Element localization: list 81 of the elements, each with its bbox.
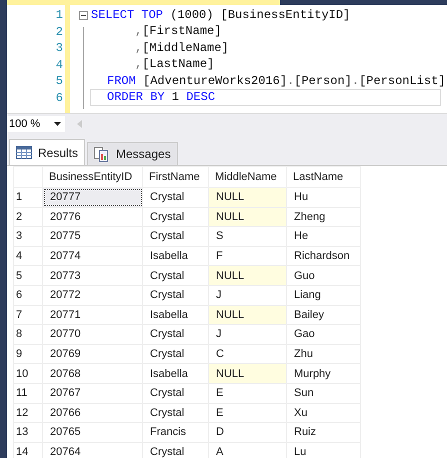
table-cell: 20777: [42, 188, 142, 208]
table-cell: Bailey: [286, 305, 360, 325]
table-cell: Francis: [142, 422, 208, 442]
table-cell: J: [208, 285, 286, 306]
documents-icon: [94, 146, 110, 162]
row-number: 7: [14, 305, 42, 325]
table-cell: NULL: [208, 188, 286, 208]
table-cell: 20765: [42, 422, 142, 442]
row-number: 4: [14, 246, 42, 266]
table-cell: Xu: [286, 403, 360, 423]
table-cell: J: [208, 324, 286, 344]
table-cell: Crystal: [142, 285, 208, 306]
table-cell: NULL: [208, 266, 286, 286]
table-cell: NULL: [208, 305, 286, 325]
table-cell: 20768: [42, 364, 142, 384]
column-header[interactable]: LastName: [286, 166, 360, 188]
column-header[interactable]: FirstName: [142, 166, 208, 188]
table-cell: Isabella: [142, 305, 208, 325]
grid-icon: [16, 146, 32, 159]
caret-icon: [54, 122, 61, 126]
row-number: 13: [14, 422, 42, 442]
line-number: 4: [54, 58, 64, 72]
table-cell: 20771: [42, 305, 142, 325]
collapse-icon[interactable]: [79, 10, 88, 20]
column-header[interactable]: BusinessEntityID: [42, 166, 142, 188]
row-number: 6: [14, 285, 42, 306]
table-cell: Crystal: [142, 403, 208, 423]
row-number: 2: [14, 207, 42, 227]
table-cell: 20776: [42, 207, 142, 227]
table-cell: Gao: [286, 324, 360, 344]
table-cell: Guo: [286, 266, 360, 286]
table-cell: 20773: [42, 266, 142, 286]
table-cell: Isabella: [142, 246, 208, 266]
table-cell: Hu: [286, 188, 360, 208]
code-line: ,[MiddleName]: [134, 40, 230, 57]
table-cell: E: [208, 383, 286, 404]
row-number: 14: [14, 442, 42, 458]
row-number: 12: [14, 403, 42, 423]
line-number: 1: [54, 8, 64, 22]
table-cell: 20766: [42, 403, 142, 423]
table-cell: Crystal: [142, 226, 208, 246]
table-cell: D: [208, 422, 286, 442]
table-cell: 20774: [42, 246, 142, 266]
results-tab[interactable]: Results: [9, 139, 86, 165]
table-cell: Crystal: [142, 324, 208, 344]
line-number: 5: [54, 74, 64, 88]
table-cell: Crystal: [142, 383, 208, 404]
row-number: 11: [14, 383, 42, 404]
code-line: FROM [AdventureWorks2016].[Person].[PersonList]: [106, 72, 446, 90]
table-cell: Crystal: [142, 344, 208, 364]
row-number: 9: [14, 344, 42, 364]
table-cell: Liang: [286, 285, 360, 306]
table-cell: NULL: [208, 207, 286, 227]
table-cell: 20770: [42, 324, 142, 344]
table-cell: Crystal: [142, 207, 208, 227]
row-number: 8: [14, 324, 42, 344]
table-cell: Zhu: [286, 344, 360, 364]
code-line: ,[FirstName]: [134, 23, 222, 40]
table-cell: He: [286, 226, 360, 246]
code-line: SELECT TOP (1000) [BusinessEntityID]: [90, 6, 352, 24]
row-number: 5: [14, 266, 42, 286]
table-cell: NULL: [208, 364, 286, 384]
table-cell: S: [208, 226, 286, 246]
table-cell: Ruiz: [286, 422, 360, 442]
table-cell: E: [208, 403, 286, 423]
line-number: 2: [54, 24, 64, 39]
table-cell: 20775: [42, 226, 142, 246]
code-line: ,[LastName]: [134, 56, 216, 74]
table-cell: Sun: [286, 383, 360, 404]
table-cell: Murphy: [286, 364, 360, 384]
table-cell: 20767: [42, 383, 142, 404]
row-number: 10: [14, 364, 42, 384]
table-cell: Zheng: [286, 207, 360, 227]
row-number: 3: [14, 226, 42, 246]
line-number: 3: [54, 41, 64, 56]
table-cell: 20769: [42, 344, 142, 364]
results-tab[interactable]: Messages: [87, 142, 178, 165]
table-cell: Richardson: [286, 246, 360, 266]
line-number: 6: [54, 90, 64, 105]
zoom-dropdown[interactable]: 100 %: [7, 116, 65, 132]
table-cell: 20772: [42, 285, 142, 306]
